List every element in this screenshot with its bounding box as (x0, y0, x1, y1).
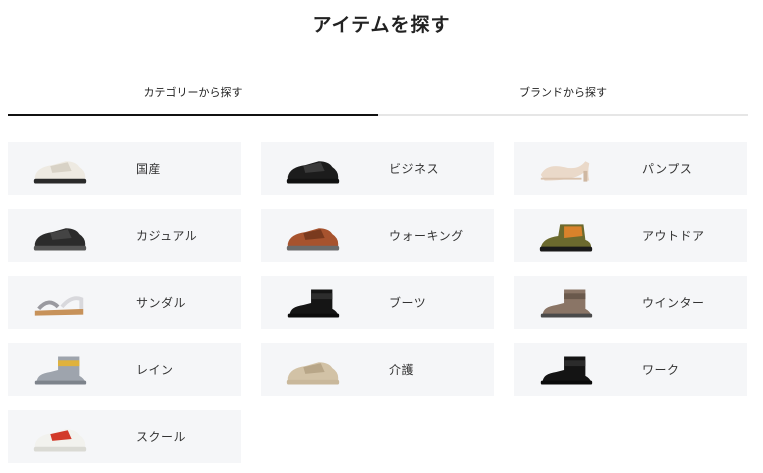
category-card[interactable]: ビジネス (261, 142, 494, 195)
category-label: スクール (136, 430, 187, 444)
category-card[interactable]: レイン (8, 343, 241, 396)
casual-sneaker-icon (8, 209, 112, 262)
work-boot-icon (514, 343, 618, 396)
boot-icon (261, 276, 365, 329)
category-label: サンダル (136, 296, 187, 310)
category-label: ウォーキング (389, 229, 464, 243)
category-card[interactable]: ウインター (514, 276, 747, 329)
category-label: ビジネス (389, 162, 440, 176)
category-label: アウトドア (642, 229, 705, 243)
category-label: ウインター (642, 296, 705, 310)
winter-boot-icon (514, 276, 618, 329)
page-title: アイテムを探す (312, 14, 451, 36)
category-card[interactable]: アウトドア (514, 209, 747, 262)
category-card[interactable]: カジュアル (8, 209, 241, 262)
business-shoe-icon (261, 142, 365, 195)
category-card[interactable]: ウォーキング (261, 209, 494, 262)
category-label: ワーク (642, 363, 680, 377)
category-label: 国産 (136, 162, 162, 176)
category-card[interactable]: 介護 (261, 343, 494, 396)
category-label: パンプス (642, 162, 693, 176)
sandal-icon (8, 276, 112, 329)
category-card[interactable]: スクール (8, 410, 241, 463)
item-search-section: アイテムを探す カテゴリーから探す ブランドから探す 国産 ビジネス パンプスカジュ… (0, 0, 763, 473)
category-grid: 国産 ビジネス パンプスカジュアル ウォーキング アウトドアサンダル ブーツ ウインターレイ… (8, 142, 748, 463)
pump-icon (514, 142, 618, 195)
category-label: カジュアル (136, 229, 198, 243)
outdoor-boot-icon (514, 209, 618, 262)
sneaker-white-icon (8, 142, 112, 195)
school-shoe-icon (8, 410, 112, 463)
category-card[interactable]: ワーク (514, 343, 747, 396)
rain-boot-icon (8, 343, 112, 396)
category-label: レイン (136, 363, 174, 377)
care-shoe-icon (261, 343, 365, 396)
category-card[interactable]: サンダル (8, 276, 241, 329)
category-card[interactable]: 国産 (8, 142, 241, 195)
search-tabs: カテゴリーから探す ブランドから探す (8, 74, 748, 116)
category-card[interactable]: ブーツ (261, 276, 494, 329)
category-label: ブーツ (389, 296, 427, 310)
category-card[interactable]: パンプス (514, 142, 747, 195)
tab-brand[interactable]: ブランドから探す (378, 74, 748, 116)
category-label: 介護 (389, 363, 415, 377)
tab-category[interactable]: カテゴリーから探す (8, 74, 378, 116)
walking-shoe-icon (261, 209, 365, 262)
